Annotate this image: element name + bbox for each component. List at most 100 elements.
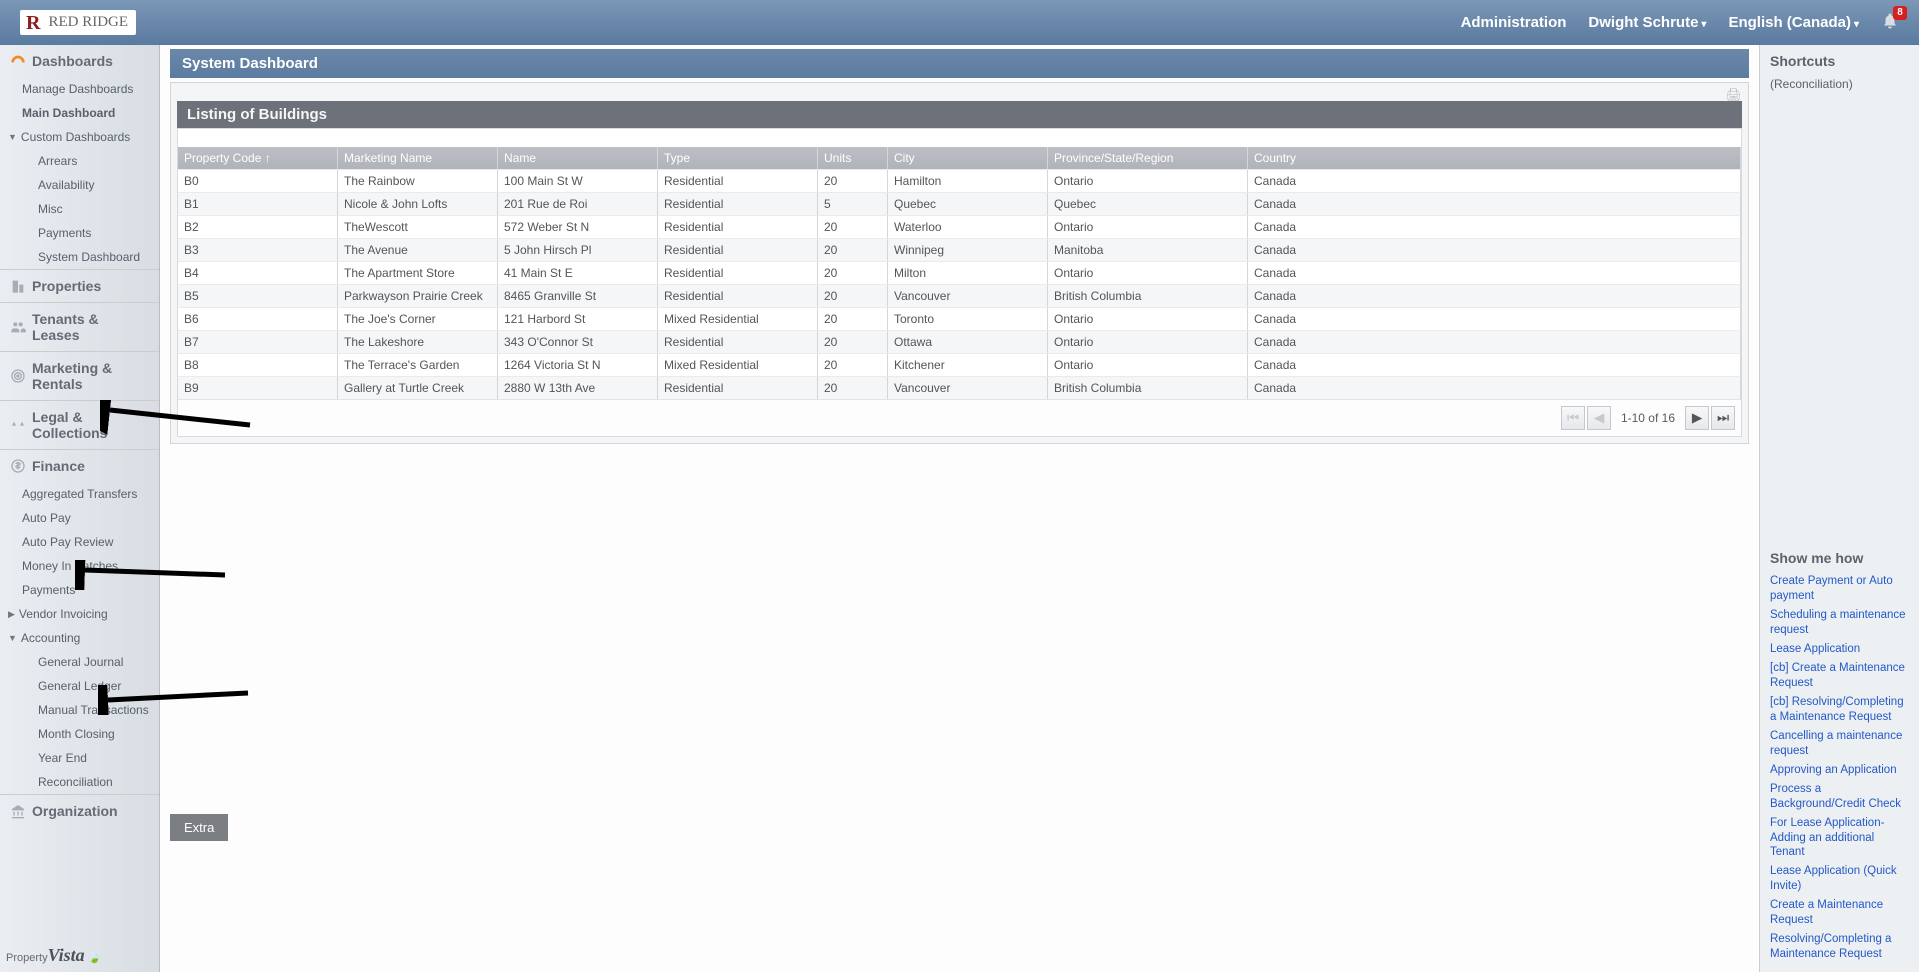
sidebar-item-reconciliation[interactable]: Reconciliation xyxy=(0,770,159,794)
cell-ci: Winnipeg xyxy=(888,239,1048,261)
sidebar-item-general-ledger[interactable]: General Ledger xyxy=(0,674,159,698)
sidebar-item-system-dashboard[interactable]: System Dashboard xyxy=(0,245,159,269)
pager-last-button[interactable]: ⏭ xyxy=(1711,406,1735,430)
shortcut-reconciliation[interactable]: (Reconciliation) xyxy=(1770,75,1909,93)
sidebar-properties[interactable]: Properties xyxy=(0,269,159,302)
help-link[interactable]: [cb] Resolving/Completing a Maintenance … xyxy=(1770,693,1909,727)
admin-link[interactable]: Administration xyxy=(1461,14,1567,31)
sidebar-item-manage-dashboards[interactable]: Manage Dashboards xyxy=(0,77,159,101)
cell-re: British Columbia xyxy=(1048,285,1248,307)
cell-tp: Residential xyxy=(658,285,818,307)
cell-re: Quebec xyxy=(1048,193,1248,215)
sidebar-finance[interactable]: Finance xyxy=(0,449,159,482)
help-link[interactable]: Cancelling a maintenance request xyxy=(1770,727,1909,761)
table-row[interactable]: B0The Rainbow100 Main St WResidential20H… xyxy=(178,169,1741,192)
sidebar-item-payments[interactable]: Payments xyxy=(0,221,159,245)
notifications-button[interactable]: 8 xyxy=(1881,11,1899,35)
sidebar-item-month-closing[interactable]: Month Closing xyxy=(0,722,159,746)
language-menu[interactable]: English (Canada)▾ xyxy=(1728,14,1859,31)
content-card: 🖨 Listing of Buildings Property Code ↑ M… xyxy=(170,82,1749,444)
sidebar-dashboards[interactable]: Dashboards xyxy=(0,45,159,77)
sidebar-item-year-end[interactable]: Year End xyxy=(0,746,159,770)
cell-nm: 572 Weber St N xyxy=(498,216,658,238)
pager-first-button[interactable]: ⏮ xyxy=(1561,406,1585,430)
table-row[interactable]: B7The Lakeshore343 O'Connor StResidentia… xyxy=(178,330,1741,353)
sidebar-item-availability[interactable]: Availability xyxy=(0,173,159,197)
cell-co: Canada xyxy=(1248,262,1741,284)
help-link[interactable]: Create a Maintenance Request xyxy=(1770,896,1909,930)
cell-nm: 1264 Victoria St N xyxy=(498,354,658,376)
help-link[interactable]: Process a Background/Credit Check xyxy=(1770,780,1909,814)
col-type[interactable]: Type xyxy=(658,147,818,169)
right-sidebar: Shortcuts (Reconciliation) Show me how C… xyxy=(1759,45,1919,972)
sidebar-item-misc[interactable]: Misc xyxy=(0,197,159,221)
table-row[interactable]: B8The Terrace's Garden1264 Victoria St N… xyxy=(178,353,1741,376)
logo[interactable]: R RED RIDGE xyxy=(20,10,136,35)
sidebar-item-manual-transactions[interactable]: Manual Transactions xyxy=(0,698,159,722)
cell-tp: Residential xyxy=(658,239,818,261)
cell-ci: Milton xyxy=(888,262,1048,284)
help-link[interactable]: Lease Application xyxy=(1770,640,1909,659)
cell-pc: B2 xyxy=(178,216,338,238)
sidebar-item-vendor-invoicing[interactable]: ▶Vendor Invoicing xyxy=(0,602,159,626)
cell-un: 20 xyxy=(818,331,888,353)
col-marketing-name[interactable]: Marketing Name xyxy=(338,147,498,169)
col-city[interactable]: City xyxy=(888,147,1048,169)
sidebar-item-custom-dashboards[interactable]: ▼Custom Dashboards xyxy=(0,125,159,149)
cell-mn: The Rainbow xyxy=(338,170,498,192)
cell-re: Ontario xyxy=(1048,216,1248,238)
cell-pc: B5 xyxy=(178,285,338,307)
sidebar-item-auto-pay[interactable]: Auto Pay xyxy=(0,506,159,530)
table-row[interactable]: B2TheWescott572 Weber St NResidential20W… xyxy=(178,215,1741,238)
table-row[interactable]: B1Nicole & John Lofts201 Rue de RoiResid… xyxy=(178,192,1741,215)
table-row[interactable]: B5Parkwayson Prairie Creek8465 Granville… xyxy=(178,284,1741,307)
help-link[interactable]: Scheduling a maintenance request xyxy=(1770,606,1909,640)
col-region[interactable]: Province/State/Region xyxy=(1048,147,1248,169)
logo-text: RED RIDGE xyxy=(44,12,132,33)
col-country[interactable]: Country xyxy=(1248,147,1741,169)
bank-icon xyxy=(10,803,26,819)
help-link[interactable]: Resolving/Completing a Maintenance Reque… xyxy=(1770,930,1909,964)
sidebar-item-arrears[interactable]: Arrears xyxy=(0,149,159,173)
page-title: System Dashboard xyxy=(170,49,1749,78)
sidebar-tenants[interactable]: Tenants & Leases xyxy=(0,302,159,351)
cell-pc: B7 xyxy=(178,331,338,353)
cell-tp: Residential xyxy=(658,331,818,353)
cell-nm: 121 Harbord St xyxy=(498,308,658,330)
col-name[interactable]: Name xyxy=(498,147,658,169)
help-link[interactable]: Create Payment or Auto payment xyxy=(1770,572,1909,606)
sidebar-item-general-journal[interactable]: General Journal xyxy=(0,650,159,674)
cell-co: Canada xyxy=(1248,354,1741,376)
cell-nm: 41 Main St E xyxy=(498,262,658,284)
sidebar-legal[interactable]: Legal & Collections xyxy=(0,400,159,449)
sidebar-marketing[interactable]: Marketing & Rentals xyxy=(0,351,159,400)
cell-re: Manitoba xyxy=(1048,239,1248,261)
col-property-code[interactable]: Property Code ↑ xyxy=(178,147,338,169)
cell-re: Ontario xyxy=(1048,262,1248,284)
pager-next-button[interactable]: ▶ xyxy=(1685,406,1709,430)
sidebar-item-main-dashboard[interactable]: Main Dashboard xyxy=(0,101,159,125)
sidebar-item-auto-pay-review[interactable]: Auto Pay Review xyxy=(0,530,159,554)
help-link[interactable]: For Lease Application-Adding an addition… xyxy=(1770,814,1909,863)
table-row[interactable]: B3The Avenue5 John Hirsch PlResidential2… xyxy=(178,238,1741,261)
pager-prev-button[interactable]: ◀ xyxy=(1587,406,1611,430)
sidebar-item-fin-payments[interactable]: Payments xyxy=(0,578,159,602)
table-row[interactable]: B4The Apartment Store41 Main St EResiden… xyxy=(178,261,1741,284)
sidebar-item-aggregated-transfers[interactable]: Aggregated Transfers xyxy=(0,482,159,506)
cell-ci: Kitchener xyxy=(888,354,1048,376)
help-link[interactable]: Lease Application (Quick Invite) xyxy=(1770,862,1909,896)
sidebar-item-accounting[interactable]: ▼Accounting xyxy=(0,626,159,650)
user-menu[interactable]: Dwight Schrute▾ xyxy=(1588,14,1706,31)
sidebar-item-money-in-batches[interactable]: Money In Batches xyxy=(0,554,159,578)
cell-co: Canada xyxy=(1248,216,1741,238)
help-link[interactable]: [cb] Create a Maintenance Request xyxy=(1770,659,1909,693)
table-row[interactable]: B9Gallery at Turtle Creek2880 W 13th Ave… xyxy=(178,376,1741,399)
col-units[interactable]: Units xyxy=(818,147,888,169)
table-row[interactable]: B6The Joe's Corner121 Harbord StMixed Re… xyxy=(178,307,1741,330)
print-icon[interactable]: 🖨 xyxy=(1725,87,1742,103)
cell-mn: The Apartment Store xyxy=(338,262,498,284)
cell-pc: B6 xyxy=(178,308,338,330)
extra-button[interactable]: Extra xyxy=(170,814,228,841)
sidebar-organization[interactable]: Organization xyxy=(0,794,159,827)
help-link[interactable]: Approving an Application xyxy=(1770,761,1909,780)
